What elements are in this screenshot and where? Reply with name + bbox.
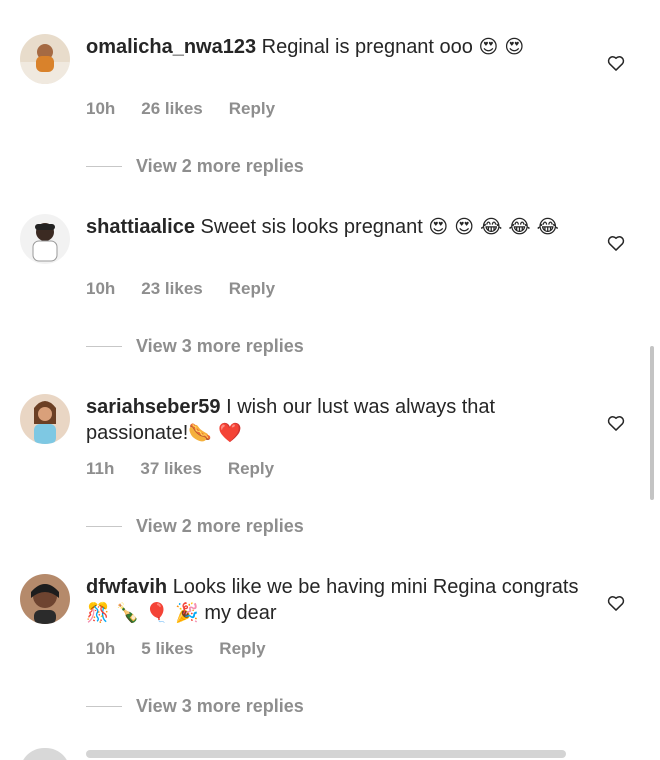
comment-time: 10h — [86, 279, 116, 298]
reply-button[interactable]: Reply — [219, 639, 265, 659]
replies-divider — [86, 166, 122, 167]
comment-likes[interactable]: 23 likes — [141, 279, 202, 299]
comment-message-tail: my dear — [204, 602, 277, 624]
view-replies-label[interactable]: View 3 more replies — [136, 336, 304, 357]
comment-likes[interactable]: 26 likes — [141, 99, 202, 119]
view-replies-label[interactable]: View 3 more replies — [136, 696, 304, 717]
comment-meta: 11h 37 likes Reply — [86, 459, 300, 479]
reply-button[interactable]: Reply — [229, 99, 275, 119]
comment-likes[interactable]: 37 likes — [140, 459, 201, 479]
comment-username[interactable]: dfwfavih — [86, 576, 167, 598]
comment-emojis: 🌭 ❤️ — [188, 422, 242, 444]
comment-meta: 10h 23 likes Reply — [86, 279, 301, 299]
view-replies-button[interactable]: View 2 more replies — [86, 156, 304, 177]
comment-username[interactable]: omalicha_nwa123 — [86, 36, 256, 58]
comment-message: Reginal is pregnant ooo — [261, 36, 473, 58]
heart-icon[interactable] — [606, 233, 626, 253]
comment-text: sariahseber59 I wish our lust was always… — [86, 394, 586, 446]
comment-meta: 10h 26 likes Reply — [86, 99, 301, 119]
view-replies-label[interactable]: View 2 more replies — [136, 156, 304, 177]
comment-text-partial — [86, 750, 566, 758]
reply-button[interactable]: Reply — [229, 279, 275, 299]
comment-time: 10h — [86, 99, 116, 118]
next-comment-partial — [0, 748, 660, 760]
scrollbar[interactable] — [650, 346, 654, 500]
avatar[interactable] — [20, 394, 70, 444]
comment-likes[interactable]: 5 likes — [141, 639, 193, 659]
avatar[interactable] — [20, 574, 70, 624]
view-replies-button[interactable]: View 2 more replies — [86, 516, 304, 537]
comment-username[interactable]: sariahseber59 — [86, 396, 221, 418]
comment-meta: 10h 5 likes Reply — [86, 639, 292, 659]
view-replies-button[interactable]: View 3 more replies — [86, 336, 304, 357]
comment-emojis: 😍 😍 😂 😂 😂 — [428, 216, 559, 238]
comment-time: 10h — [86, 639, 116, 658]
view-replies-label[interactable]: View 2 more replies — [136, 516, 304, 537]
comment-time: 11h — [86, 459, 115, 478]
comment-text: omalicha_nwa123 Reginal is pregnant ooo … — [86, 34, 586, 60]
replies-divider — [86, 346, 122, 347]
comment-text: dfwfavih Looks like we be having mini Re… — [86, 574, 586, 626]
replies-divider — [86, 706, 122, 707]
comment-text: shattiaalice Sweet sis looks pregnant 😍 … — [86, 214, 586, 240]
heart-icon[interactable] — [606, 53, 626, 73]
comment-emojis: 😍 😍 — [478, 36, 525, 58]
reply-button[interactable]: Reply — [228, 459, 274, 479]
view-replies-button[interactable]: View 3 more replies — [86, 696, 304, 717]
comment-username[interactable]: shattiaalice — [86, 216, 195, 238]
avatar[interactable] — [20, 34, 70, 84]
avatar — [20, 748, 70, 760]
replies-divider — [86, 526, 122, 527]
comment-emojis: 🎊 🍾 🎈 🎉 — [86, 602, 199, 624]
heart-icon[interactable] — [606, 413, 626, 433]
comment-message: Looks like we be having mini Regina cong… — [172, 576, 579, 598]
heart-icon[interactable] — [606, 593, 626, 613]
comment-message: Sweet sis looks pregnant — [200, 216, 423, 238]
avatar[interactable] — [20, 214, 70, 264]
